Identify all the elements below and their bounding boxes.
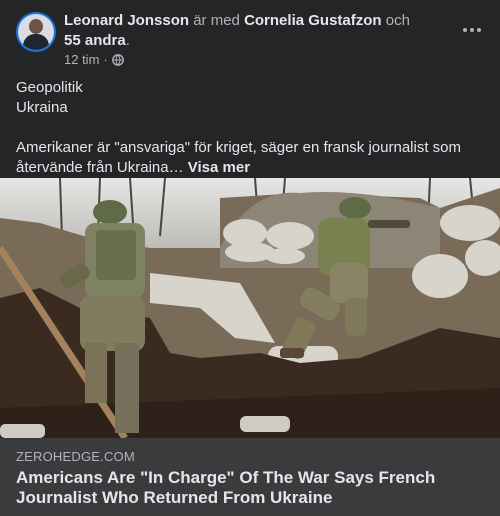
avatar-body bbox=[23, 34, 49, 50]
post-line-1: Geopolitik bbox=[16, 79, 83, 96]
post-body: Amerikaner är "ansvariga" för kriget, sä… bbox=[16, 138, 486, 178]
meta-separator: · bbox=[103, 52, 108, 67]
dot bbox=[477, 28, 481, 32]
link-title[interactable]: Americans Are "In Charge" Of The War Say… bbox=[16, 468, 476, 508]
post-header: Leonard Jonsson är med Cornelia Gustafzo… bbox=[0, 0, 500, 72]
link-preview-image[interactable] bbox=[0, 178, 500, 438]
more-options-icon[interactable] bbox=[460, 18, 484, 42]
trench-photo bbox=[0, 178, 500, 438]
avatar-photo bbox=[18, 14, 54, 50]
post-line-2: Ukraina bbox=[16, 99, 68, 116]
tagged-person[interactable]: Cornelia Gustafzon bbox=[244, 12, 382, 29]
author-name[interactable]: Leonard Jonsson bbox=[64, 12, 189, 29]
with-text: är med bbox=[189, 12, 245, 29]
post-meta: 12 tim · bbox=[64, 52, 124, 68]
dot bbox=[463, 28, 467, 32]
link-domain: ZEROHEDGE.COM bbox=[16, 449, 135, 464]
dot bbox=[470, 28, 474, 32]
author-line: Leonard Jonsson är med Cornelia Gustafzo… bbox=[64, 11, 434, 51]
and-text: och bbox=[381, 12, 410, 29]
see-more-link[interactable]: Visa mer bbox=[188, 159, 250, 176]
link-preview-footer[interactable]: ZEROHEDGE.COM Americans Are "In Charge" … bbox=[0, 438, 500, 516]
author-avatar[interactable] bbox=[16, 12, 56, 52]
post-text: Geopolitik Ukraina Amerikaner är "ansvar… bbox=[16, 78, 486, 178]
period: . bbox=[125, 32, 130, 49]
post-time[interactable]: 12 tim bbox=[64, 52, 99, 68]
globe-icon bbox=[111, 54, 124, 66]
avatar-head bbox=[29, 19, 43, 34]
others-link[interactable]: 55 andra bbox=[64, 32, 126, 49]
